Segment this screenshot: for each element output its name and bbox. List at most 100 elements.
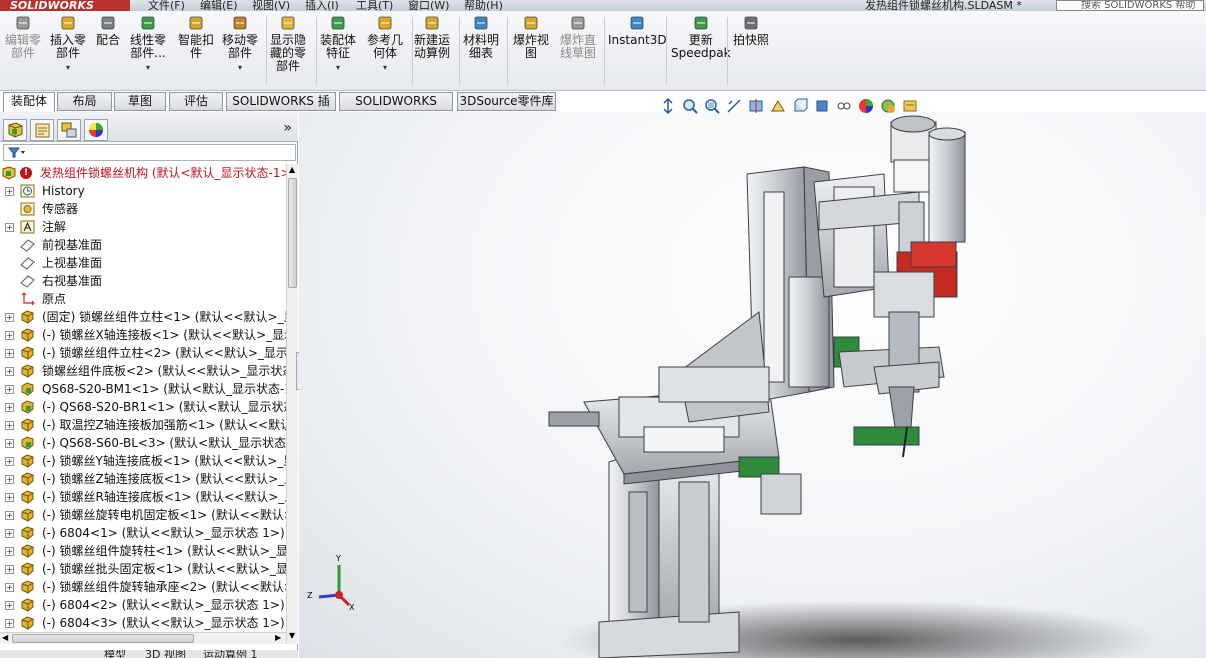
view-orientation-icon[interactable]: [792, 98, 808, 114]
ribbon-button[interactable]: 编辑零 部件: [5, 14, 41, 60]
ribbon-button[interactable]: 爆炸视图: [513, 14, 549, 60]
tree-node[interactable]: + (-) 锁螺丝Z轴连接底板<1> (默认<<默认>_显示状态 1>): [0, 470, 286, 488]
tree-node[interactable]: + (-) 取温控Z轴连接板加强筋<1> (默认<<默认>_显示状态 1>): [0, 416, 286, 434]
ribbon-button[interactable]: 材料明 细表: [463, 14, 499, 60]
ribbon-button[interactable]: 线性零 部件... ▾: [130, 14, 166, 74]
solidworks-logo[interactable]: SOLIDWORKS: [0, 0, 130, 11]
property-manager-tab[interactable]: [30, 119, 54, 141]
tree-node[interactable]: + (-) 6804<3> (默认<<默认>_显示状态 1>): [0, 614, 286, 632]
tree-node[interactable]: + (-) 6804<1> (默认<<默认>_显示状态 1>): [0, 524, 286, 542]
display-manager-tab[interactable]: [84, 119, 108, 141]
menu-item[interactable]: 工具(T): [356, 0, 393, 11]
tree-scroll-thumb[interactable]: [288, 178, 297, 288]
command-tab[interactable]: SOLIDWORKS 插件: [226, 92, 336, 125]
feature-manager-tab[interactable]: [3, 119, 27, 141]
graphics-area[interactable]: Y Z X: [299, 112, 1206, 658]
ribbon-button[interactable]: 移动零 部件 ▾: [222, 14, 258, 74]
expand-node-icon[interactable]: +: [5, 511, 14, 520]
menu-item[interactable]: 窗口(W): [408, 0, 449, 11]
expand-node-icon[interactable]: +: [5, 529, 14, 538]
view-settings-icon[interactable]: [902, 98, 918, 114]
tree-vertical-scrollbar[interactable]: ▲ ▼: [286, 164, 298, 644]
scroll-up-icon[interactable]: ▲: [289, 165, 295, 174]
tree-node[interactable]: + 注解: [0, 218, 286, 236]
expand-node-icon[interactable]: +: [5, 331, 14, 340]
tree-node[interactable]: 前视基准面: [0, 236, 286, 254]
tree-node[interactable]: + (-) 锁螺丝批头固定板<1> (默认<<默认>_显示状态 1>): [0, 560, 286, 578]
section-view-icon[interactable]: [748, 98, 764, 114]
expand-node-icon[interactable]: +: [5, 223, 14, 232]
ribbon-button[interactable]: 配合: [96, 14, 120, 47]
expand-node-icon[interactable]: +: [5, 619, 14, 628]
expand-node-icon[interactable]: +: [5, 457, 14, 466]
menu-item[interactable]: 视图(V): [252, 0, 290, 11]
tree-node[interactable]: + (-) 锁螺丝Y轴连接底板<1> (默认<<默认>_显示状态 1>): [0, 452, 286, 470]
expand-node-icon[interactable]: +: [5, 403, 14, 412]
tree-node[interactable]: + (-) 锁螺丝组件旋转柱<1> (默认<<默认>_显示状态 1>): [0, 542, 286, 560]
expand-node-icon[interactable]: +: [5, 313, 14, 322]
menu-item[interactable]: 文件(F): [148, 0, 185, 11]
command-tab[interactable]: SOLIDWORKS MBD: [339, 92, 453, 125]
tree-node[interactable]: + 锁螺丝组件底板<2> (默认<<默认>_显示状态 1>): [0, 362, 286, 380]
tree-node[interactable]: 右视基准面: [0, 272, 286, 290]
zoom-to-fit-icon[interactable]: [682, 98, 698, 114]
edit-appearance-icon[interactable]: [858, 98, 874, 114]
expand-node-icon[interactable]: +: [5, 601, 14, 610]
configuration-manager-tab[interactable]: [57, 119, 81, 141]
expand-node-icon[interactable]: +: [5, 349, 14, 358]
command-tab[interactable]: 3DSource零件库: [457, 92, 556, 111]
bottom-tab[interactable]: 3D 视图: [145, 650, 186, 658]
tree-root-node[interactable]: ! 发热组件锁螺丝机构 (默认<默认_显示状态-1>): [0, 164, 286, 182]
display-style-icon[interactable]: [814, 98, 830, 114]
tree-node[interactable]: + (-) 锁螺丝组件旋转轴承座<2> (默认<<默认>_显示状态 1>): [0, 578, 286, 596]
menu-item[interactable]: 帮助(H): [464, 0, 503, 11]
ribbon-button[interactable]: Instant3D: [608, 14, 667, 47]
scroll-down-icon[interactable]: ▼: [289, 631, 295, 640]
ribbon-button[interactable]: 智能扣件: [178, 14, 214, 60]
ribbon-button[interactable]: 参考几 何体 ▾: [367, 14, 403, 74]
expand-node-icon[interactable]: +: [5, 439, 14, 448]
tree-horizontal-scrollbar[interactable]: ◀ ▶: [0, 632, 286, 644]
dropdown-arrow-icon[interactable]: ▾: [146, 61, 150, 74]
tree-node[interactable]: + QS68-S20-BM1<1> (默认<默认_显示状态-1>): [0, 380, 286, 398]
tree-node[interactable]: + (-) QS68-S60-BL<3> (默认<默认_显示状态-1>): [0, 434, 286, 452]
move-view-icon[interactable]: [660, 97, 676, 115]
ribbon-button[interactable]: 拍快照: [733, 14, 769, 47]
tree-node[interactable]: + History: [0, 182, 286, 200]
tree-node[interactable]: + (-) 锁螺丝组件立柱<2> (默认<<默认>_显示状态 1>): [0, 344, 286, 362]
expand-panel-icon[interactable]: »: [283, 120, 292, 136]
tree-hscroll-thumb[interactable]: [12, 634, 194, 643]
ribbon-button[interactable]: 更新 Speedpak: [671, 14, 731, 60]
ribbon-button[interactable]: 爆炸直 线草图: [560, 14, 596, 60]
dropdown-arrow-icon[interactable]: ▾: [238, 61, 242, 74]
apply-scene-icon[interactable]: [880, 98, 896, 114]
tree-node[interactable]: + (固定) 锁螺丝组件立柱<1> (默认<<默认>_显示状态 1>): [0, 308, 286, 326]
scroll-left-icon[interactable]: ◀: [2, 633, 8, 642]
expand-node-icon[interactable]: +: [5, 475, 14, 484]
expand-node-icon[interactable]: +: [5, 583, 14, 592]
bottom-tab[interactable]: 运动算例 1: [203, 650, 258, 658]
expand-node-icon[interactable]: +: [5, 421, 14, 430]
expand-node-icon[interactable]: +: [5, 367, 14, 376]
expand-node-icon[interactable]: +: [5, 493, 14, 502]
command-tab[interactable]: 草图: [114, 92, 166, 111]
dropdown-arrow-icon[interactable]: ▾: [383, 61, 387, 74]
tree-node[interactable]: + (-) QS68-S20-BR1<1> (默认<默认_显示状态-1>): [0, 398, 286, 416]
tree-node[interactable]: + (-) 6804<2> (默认<<默认>_显示状态 1>): [0, 596, 286, 614]
expand-node-icon[interactable]: +: [5, 385, 14, 394]
command-tab[interactable]: 装配体: [3, 92, 55, 112]
dropdown-arrow-icon[interactable]: ▾: [66, 61, 70, 74]
menu-item[interactable]: 插入(I): [305, 0, 339, 11]
ribbon-button[interactable]: 插入零 部件 ▾: [50, 14, 86, 74]
expand-node-icon[interactable]: +: [5, 547, 14, 556]
search-help-input[interactable]: 搜索 SOLIDWORKS 帮助: [1056, 0, 1204, 11]
ribbon-button[interactable]: 装配体 特征 ▾: [320, 14, 356, 74]
tree-node[interactable]: + (-) 锁螺丝X轴连接板<1> (默认<<默认>_显示状态 1>): [0, 326, 286, 344]
tree-node[interactable]: 原点: [0, 290, 286, 308]
zoom-area-icon[interactable]: [704, 98, 720, 114]
ribbon-button[interactable]: 显示隐 藏的零 部件: [270, 14, 306, 73]
scroll-right-icon[interactable]: ▶: [275, 633, 281, 642]
hide-show-items-icon[interactable]: [836, 98, 852, 114]
tree-node[interactable]: + (-) 锁螺丝旋转电机固定板<1> (默认<<默认>_显示状态 1>): [0, 506, 286, 524]
ribbon-button[interactable]: 新建运 动算例: [414, 14, 450, 60]
